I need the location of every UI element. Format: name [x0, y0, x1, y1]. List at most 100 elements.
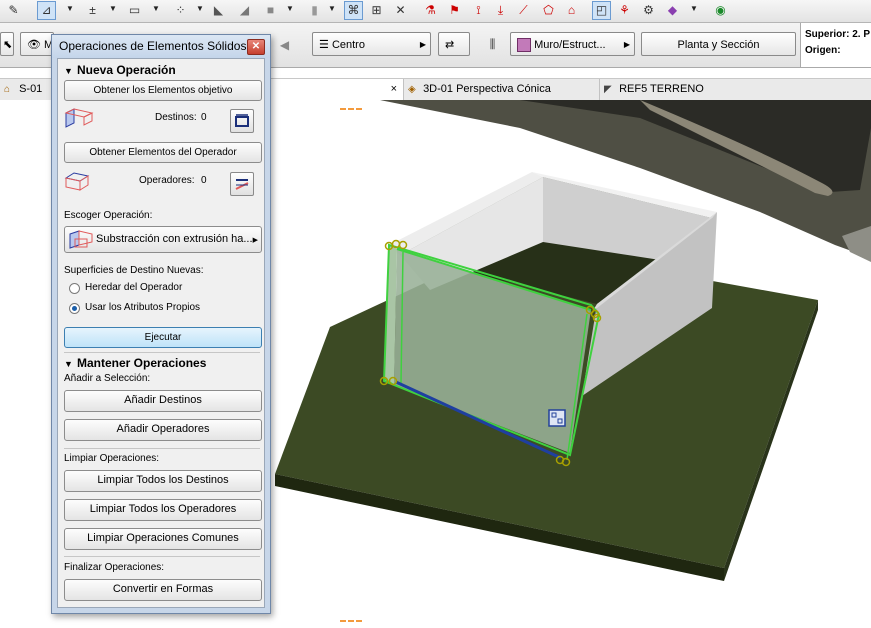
add-targets-button[interactable]: Añadir Destinos — [64, 390, 262, 412]
clear-operators-button[interactable]: Limpiar Todos los Operadores — [64, 499, 262, 521]
erase-icon[interactable]: ◆ — [664, 2, 681, 19]
close-icon[interactable]: × — [391, 79, 397, 99]
chevron-down-icon[interactable]: ▼ — [286, 4, 294, 13]
own-attributes-radio[interactable] — [69, 303, 80, 314]
get-operators-label: Obtener Elementos del Operador — [89, 147, 237, 158]
select-targets-button[interactable] — [230, 109, 254, 133]
get-targets-button[interactable]: Obtener los Elementos objetivo — [64, 80, 262, 101]
finalize-label: Finalizar Operaciones: — [64, 562, 165, 573]
globe-icon[interactable]: ◉ — [712, 2, 729, 19]
dialog-body: ▼ Nueva Operación Obtener los Elementos o… — [57, 58, 265, 608]
chevron-down-icon[interactable]: ▼ — [328, 4, 336, 13]
highlight-operators-icon — [235, 179, 249, 190]
divider — [64, 556, 260, 557]
view-mode-button[interactable]: Planta y Sección — [641, 32, 796, 56]
wedge-icon[interactable]: ◀ — [276, 37, 293, 54]
target-box-icon — [64, 108, 94, 128]
view-mode-label: Planta y Sección — [677, 39, 760, 51]
new-operation-section[interactable]: ▼ Nueva Operación — [64, 63, 176, 77]
maintain-operations-section[interactable]: ▼ Mantener Operaciones — [64, 356, 206, 370]
box-icon[interactable]: ◢ — [236, 2, 253, 19]
chevron-down-icon[interactable]: ▼ — [690, 4, 698, 13]
pointer-tool-icon[interactable]: ⊿ — [37, 1, 56, 20]
polygon-icon[interactable]: ⬠ — [540, 2, 557, 19]
cube-icon[interactable]: ■ — [262, 2, 279, 19]
main-toolbar: ✎ ⊿ ▼ ± ▼ ▭ ▼ ⁘ ▼ ◣ ◢ ■ ▼ ▮ ▼ ⌘ ⊞ ✕ ⚗ ⚑ … — [0, 0, 871, 23]
dim-icon[interactable]: ⟟ — [470, 2, 487, 19]
grid-icon[interactable]: ⊞ — [368, 2, 385, 19]
chevron-down-icon[interactable]: ▼ — [152, 4, 160, 13]
chevron-down-icon[interactable]: ▼ — [109, 4, 117, 13]
inherit-radio[interactable] — [69, 283, 80, 294]
convert-label: Convertir en Formas — [112, 583, 214, 595]
view-edge-marker-bottom — [340, 620, 362, 626]
arrow-select-button[interactable]: ⬉ — [0, 32, 14, 56]
tab-s01[interactable]: ⌂ S-01 — [0, 79, 52, 100]
tab-ref5-terreno[interactable]: ◤ REF5 TERRENO — [600, 79, 871, 100]
column-icon[interactable]: ▮ — [306, 2, 323, 19]
swap-button[interactable]: ⇄ — [438, 32, 470, 56]
paint-icon[interactable]: ⚘ — [616, 2, 633, 19]
convert-to-morphs-button[interactable]: Convertir en Formas — [64, 579, 262, 601]
anchor-label: Centro — [331, 39, 365, 51]
collapse-triangle-icon[interactable]: ▼ — [64, 66, 77, 76]
dimension-tool-icon[interactable]: ± — [84, 2, 101, 19]
tab-label: REF5 TERRENO — [619, 83, 704, 95]
close-button[interactable]: ✕ — [247, 39, 265, 55]
maintain-title: Mantener Operaciones — [77, 356, 207, 370]
dialog-title-bar[interactable]: Operaciones de Elementos Sólidos — [52, 35, 270, 58]
clear-common-operations-button[interactable]: Limpiar Operaciones Comunes — [64, 528, 262, 550]
get-targets-label: Obtener los Elementos objetivo — [93, 85, 233, 96]
story-info-panel: Superior: 2. P Origen: — [800, 23, 871, 67]
tab-label: S-01 — [19, 83, 43, 95]
layer-icon[interactable]: ◰ — [592, 1, 611, 20]
wall-type-icon — [517, 38, 531, 53]
anchor-dropdown[interactable]: ☰ Centro ▶ — [312, 32, 431, 56]
divider — [64, 448, 260, 449]
close-x-icon[interactable]: ✕ — [392, 2, 409, 19]
settings-icon[interactable]: ⚙ — [640, 2, 657, 19]
clear-targets-button[interactable]: Limpiar Todos los Destinos — [64, 470, 262, 492]
measure-icon[interactable]: ⟋ — [515, 2, 532, 19]
operation-value: Substracción con extrusión ha... — [96, 233, 253, 245]
tab-3d-perspective[interactable]: ◈ 3D-01 Perspectiva Cónica — [404, 79, 600, 100]
screen-icon[interactable]: ▭ — [126, 2, 143, 19]
chevron-down-icon[interactable]: ▼ — [66, 4, 74, 13]
subtraction-icon — [69, 230, 93, 249]
dialog-title: Operaciones de Elementos Sólidos — [59, 39, 247, 53]
structure-icon[interactable]: ⚗ — [422, 2, 439, 19]
chevron-down-icon[interactable]: ▼ — [196, 4, 204, 13]
column-type-icon: ⫼ — [489, 37, 496, 51]
clear-common-label: Limpiar Operaciones Comunes — [87, 532, 239, 544]
targets-label: Destinos: — [155, 112, 197, 123]
cube-icon: ◈ — [408, 84, 416, 95]
collapse-triangle-icon[interactable]: ▼ — [64, 359, 77, 369]
operation-select[interactable]: Substracción con extrusión ha... ▶ — [64, 226, 262, 253]
dotted-grid-icon[interactable]: ⁘ — [172, 2, 189, 19]
get-operators-button[interactable]: Obtener Elementos del Operador — [64, 142, 262, 163]
own-attributes-label: Usar los Atributos Propios — [85, 302, 201, 313]
view-button[interactable]: 👁 M — [20, 32, 54, 56]
tab-label: 3D-01 Perspectiva Cónica — [423, 83, 551, 95]
superior-label: Superior: — [805, 29, 850, 40]
targets-count: 0 — [201, 112, 207, 123]
clear-operators-label: Limpiar Todos los Operadores — [89, 503, 237, 515]
add-to-selection-label: Añadir a Selección: — [64, 373, 151, 384]
fill-icon[interactable]: ⤓ — [492, 2, 509, 19]
add-operators-button[interactable]: Añadir Operadores — [64, 419, 262, 441]
select-operators-button[interactable] — [230, 172, 254, 196]
chevron-right-icon: ▶ — [623, 40, 630, 49]
view-edge-marker-top — [340, 108, 362, 114]
magic-wand-icon[interactable]: ⌘ — [344, 1, 363, 20]
wall-type-dropdown[interactable]: Muro/Estruct... ▶ — [510, 32, 635, 56]
wall-icon[interactable]: ◣ — [210, 2, 227, 19]
superior-value: 2. P — [852, 29, 871, 40]
home-icon[interactable]: ⌂ — [563, 2, 580, 19]
execute-button[interactable]: Ejecutar — [64, 327, 262, 348]
pencil-icon[interactable]: ✎ — [5, 2, 22, 19]
anchor-icon: ☰ — [319, 39, 329, 51]
warning-icon[interactable]: ⚑ — [446, 2, 463, 19]
inherit-label: Heredar del Operador — [85, 282, 183, 293]
solid-element-operations-dialog: Operaciones de Elementos Sólidos ✕ ▼ Nuev… — [51, 34, 271, 614]
clear-targets-label: Limpiar Todos los Destinos — [97, 474, 229, 486]
